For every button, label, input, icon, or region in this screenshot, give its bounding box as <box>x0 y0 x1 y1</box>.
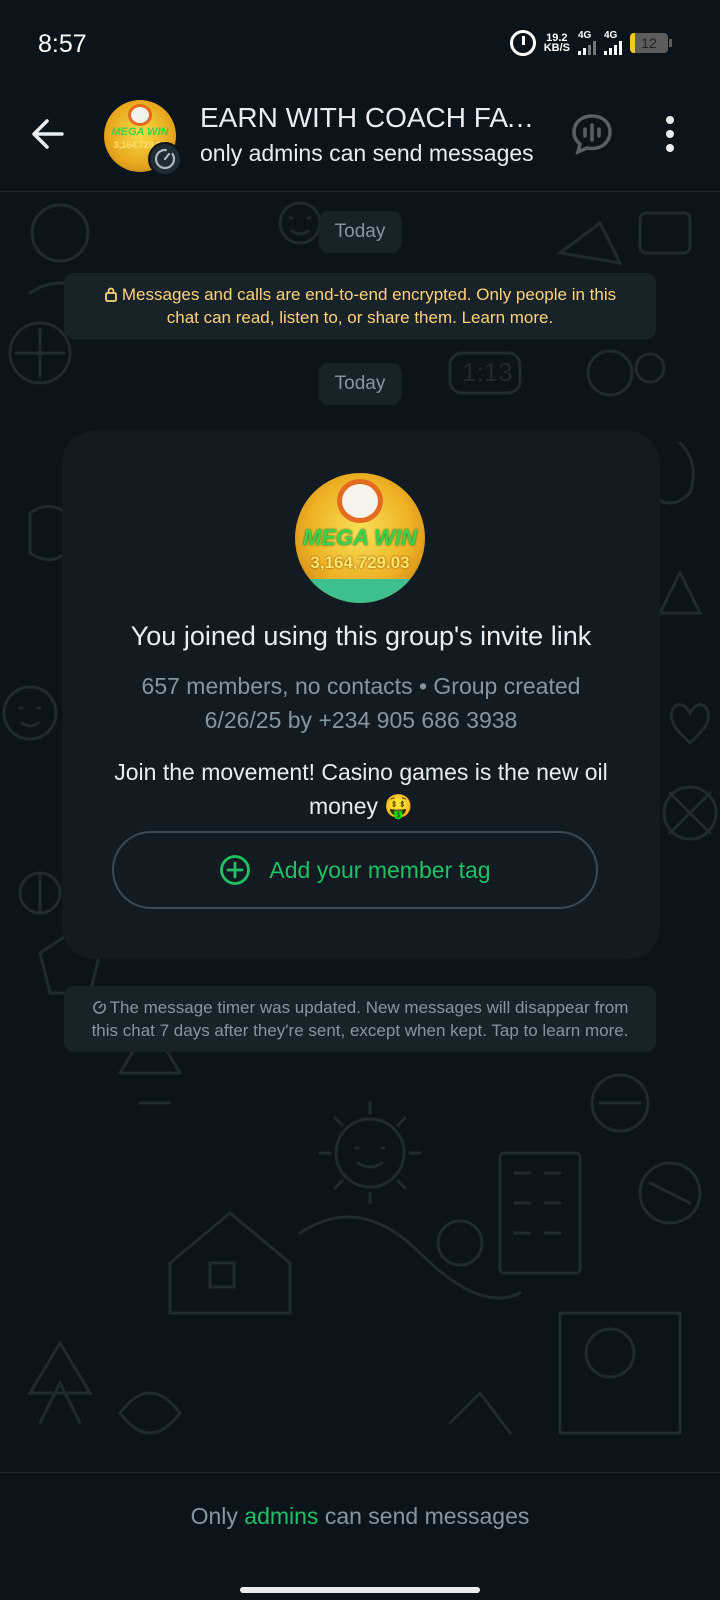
voice-chat-button[interactable] <box>570 112 614 156</box>
admin-only-prefix: Only <box>190 1503 245 1529</box>
plus-circle-icon <box>220 855 251 885</box>
signal-2-bars-icon <box>604 41 622 55</box>
alarm-icon <box>509 30 536 56</box>
network-speed-unit: KB/S <box>543 42 570 54</box>
signal-2: 4G <box>604 31 622 55</box>
status-icons: 19.2 KB/S 4G 4G 12 <box>509 30 672 56</box>
signal-1-bars-icon <box>578 41 596 55</box>
date-chip: Today <box>318 211 402 253</box>
group-name[interactable]: EARN WITH COACH FAVOUR <box>200 102 540 134</box>
battery: 12 <box>630 33 668 53</box>
encryption-notice[interactable]: Messages and calls are end-to-end encryp… <box>64 273 656 339</box>
more-vertical-icon <box>666 116 674 152</box>
network-speed: 19.2 KB/S <box>543 33 570 54</box>
lock-icon <box>104 287 117 302</box>
voice-chat-icon <box>572 114 612 156</box>
invite-link-title: You joined using this group's invite lin… <box>130 621 592 651</box>
group-info-card: MEGA WIN 3,164,729.03 You joined using t… <box>62 431 660 959</box>
back-button[interactable] <box>28 114 68 154</box>
date-chip: Today <box>318 363 402 405</box>
card-avatar-logo-text: MEGA WIN <box>302 525 418 550</box>
group-avatar-large[interactable]: MEGA WIN 3,164,729.03 <box>295 473 425 603</box>
battery-level: 12 <box>641 35 657 51</box>
signal-1: 4G <box>578 31 596 55</box>
timer-notice[interactable]: The message timer was updated. New messa… <box>64 986 656 1052</box>
chat-area[interactable]: 1:13 Today Messages and calls are end-to… <box>0 193 720 1473</box>
battery-fill <box>630 33 635 53</box>
home-indicator[interactable] <box>240 1587 480 1593</box>
back-arrow-icon <box>32 119 64 149</box>
group-description: Join the movement! Casino games is the n… <box>114 759 608 819</box>
add-member-tag-button[interactable]: Add your member tag <box>112 831 598 909</box>
chat-header: MEGA WIN 3,164,729.03 EARN WITH COACH FA… <box>0 92 720 192</box>
status-time: 8:57 <box>38 30 87 58</box>
signal-2-label: 4G <box>604 30 618 41</box>
status-bar: 8:57 19.2 KB/S 4G 4G 12 <box>0 0 720 92</box>
group-subtitle[interactable]: only admins can send messages <box>200 140 540 167</box>
admin-only-footer: Only admins can send messages <box>0 1472 720 1600</box>
tiger-mascot-icon <box>337 479 383 523</box>
group-avatar-button[interactable]: MEGA WIN 3,164,729.03 <box>104 100 182 176</box>
battery-icon: 12 <box>630 33 672 53</box>
group-meta: 657 members, no contacts • Group created… <box>141 673 581 733</box>
signal-1-label: 4G <box>578 30 592 41</box>
svg-text:1:13: 1:13 <box>462 357 513 387</box>
add-member-tag-label: Add your member tag <box>269 856 491 883</box>
admin-only-notice: Only admins can send messages <box>0 1503 720 1530</box>
card-avatar-logo-number: 3,164,729.03 <box>310 553 410 572</box>
timer-notice-text: The message timer was updated. New messa… <box>91 998 629 1040</box>
admins-link[interactable]: admins <box>244 1503 318 1529</box>
admin-only-suffix: can send messages <box>318 1503 530 1529</box>
more-options-button[interactable] <box>660 112 680 156</box>
tiger-mascot-icon <box>128 104 152 126</box>
timer-icon <box>92 1001 106 1014</box>
encryption-notice-text: Messages and calls are end-to-end encryp… <box>121 285 617 327</box>
disappearing-timer-icon <box>148 142 182 176</box>
avatar-logo-text: MEGA WIN <box>111 126 169 138</box>
